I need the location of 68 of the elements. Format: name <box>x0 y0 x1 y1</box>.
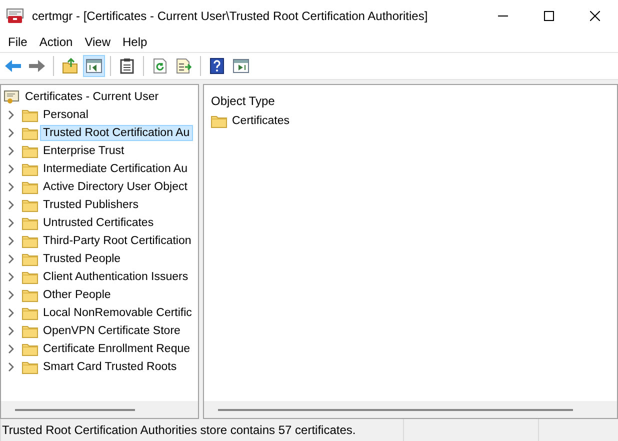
tree-item[interactable]: Intermediate Certification Au <box>40 161 190 177</box>
close-icon[interactable] <box>590 11 600 21</box>
folder-icon <box>22 342 38 356</box>
clipboard-icon <box>120 58 134 74</box>
tree-item[interactable]: Active Directory User Object <box>40 179 190 195</box>
maximize-icon[interactable] <box>544 11 554 21</box>
window-title: certmgr - [Certificates - Current User\Trusted Root Certification Authorities] <box>32 9 429 23</box>
forward-arrow-icon <box>28 59 46 73</box>
tree-item[interactable]: Smart Card Trusted Roots <box>40 359 180 375</box>
folder-icon <box>22 144 38 158</box>
list-item[interactable]: Certificates <box>229 113 293 129</box>
chevron-icon[interactable] <box>7 236 15 246</box>
folder-icon <box>22 324 38 338</box>
menu-item[interactable]: Action <box>33 35 79 49</box>
chevron-icon[interactable] <box>7 326 15 336</box>
folder-icon <box>22 108 38 122</box>
tree-item[interactable]: Untrusted Certificates <box>40 215 157 231</box>
folder-icon <box>22 360 38 374</box>
chevron-icon[interactable] <box>7 218 15 228</box>
help-icon <box>210 58 224 74</box>
menu-item[interactable]: Help <box>116 35 154 49</box>
menu-item[interactable]: File <box>2 35 34 49</box>
folder-icon <box>22 216 38 230</box>
folder-icon <box>211 114 227 128</box>
folder-icon <box>22 252 38 266</box>
chevron-icon[interactable] <box>7 182 15 192</box>
tree-item[interactable]: Trusted Root Certification Au <box>40 125 193 141</box>
tree-item[interactable]: Client Authentication Issuers <box>40 269 192 285</box>
tree-root[interactable]: Certificates - Current User <box>22 89 162 105</box>
action-pane-icon <box>233 59 249 73</box>
tree-item[interactable]: Certificate Enrollment Reque <box>40 341 194 357</box>
chevron-icon[interactable] <box>7 110 15 120</box>
certificate-icon <box>4 89 20 105</box>
tree-item[interactable]: Enterprise Trust <box>40 143 128 159</box>
chevron-icon[interactable] <box>7 254 15 264</box>
chevron-icon[interactable] <box>7 200 15 210</box>
folder-up-icon <box>62 58 78 74</box>
chevron-icon[interactable] <box>7 272 15 282</box>
console-tree-icon <box>86 59 102 73</box>
chevron-icon[interactable] <box>7 128 15 138</box>
tree-item[interactable]: OpenVPN Certificate Store <box>40 323 184 339</box>
back-arrow-icon <box>4 59 22 73</box>
folder-icon <box>22 162 38 176</box>
chevron-icon[interactable] <box>7 344 15 354</box>
tree-item[interactable]: Local NonRemovable Certific <box>40 305 195 321</box>
certificate-manager-icon <box>6 8 24 24</box>
chevron-icon[interactable] <box>7 164 15 174</box>
tree-item[interactable]: Trusted People <box>40 251 124 267</box>
folder-icon <box>22 270 38 284</box>
tree-item[interactable]: Third-Party Root Certification <box>40 233 194 249</box>
chevron-icon[interactable] <box>7 146 15 156</box>
chevron-icon[interactable] <box>7 308 15 318</box>
export-list-icon <box>176 58 192 74</box>
folder-icon <box>22 306 38 320</box>
status-text: Trusted Root Certification Authorities store contains 57 certificates. <box>0 419 403 441</box>
tree-item[interactable]: Other People <box>40 287 114 303</box>
folder-icon <box>22 180 38 194</box>
menu-item[interactable]: View <box>78 35 116 49</box>
tree-item[interactable]: Trusted Publishers <box>40 197 142 213</box>
column-header[interactable]: Object Type <box>211 94 617 108</box>
refresh-icon <box>152 58 168 74</box>
folder-icon <box>22 198 38 212</box>
tree-item[interactable]: Personal <box>40 107 92 123</box>
folder-icon <box>22 288 38 302</box>
chevron-icon[interactable] <box>7 290 15 300</box>
chevron-icon[interactable] <box>7 362 15 372</box>
folder-icon <box>22 126 38 140</box>
folder-icon <box>22 234 38 248</box>
